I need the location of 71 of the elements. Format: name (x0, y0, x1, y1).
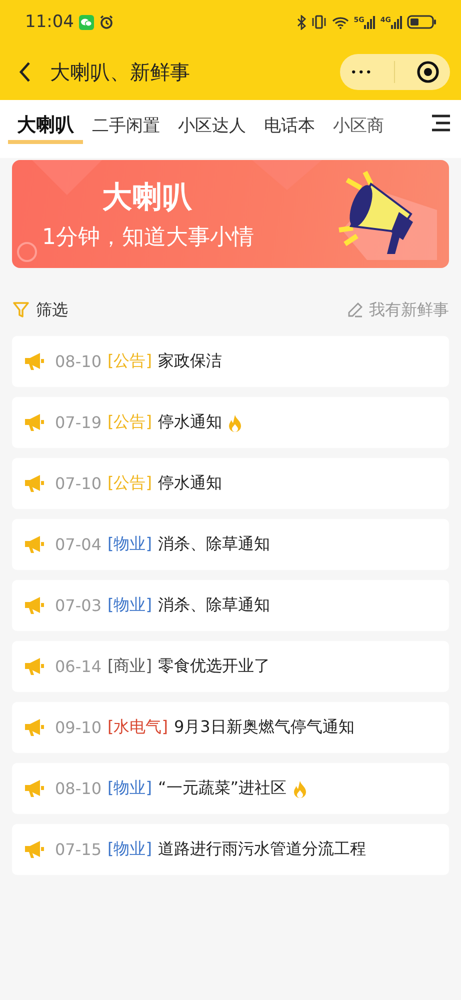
status-time: 11:04 (25, 12, 74, 32)
post-date: 08-10 (55, 779, 102, 798)
post-card[interactable]: 06-14 [商业] 零食优选开业了 (12, 641, 449, 692)
post-title: 停水通知 (158, 473, 222, 494)
megaphone-icon (23, 474, 45, 494)
post-title: 零食优选开业了 (158, 656, 270, 677)
post-title: 消杀、除草通知 (158, 595, 270, 616)
post-card[interactable]: 07-04 [物业] 消杀、除草通知 (12, 519, 449, 570)
close-target-icon[interactable] (416, 60, 440, 84)
post-tag: [物业] (108, 839, 152, 860)
megaphone-icon (23, 656, 45, 676)
post-tag: [物业] (108, 778, 152, 799)
post-tag: [公告] (108, 412, 152, 433)
post-tag: [公告] (108, 351, 152, 372)
post-date: 07-04 (55, 535, 102, 554)
post-card[interactable]: 07-03 [物业] 消杀、除草通知 (12, 580, 449, 631)
post-card[interactable]: 09-10 [水电气] 9月3日新奥燃气停气通知 (12, 702, 449, 753)
tab[interactable]: 电话本 (255, 100, 324, 144)
post-date: 09-10 (55, 718, 102, 737)
tab[interactable]: 二手闲置 (83, 100, 169, 144)
tab[interactable]: 小区商 (324, 100, 393, 144)
megaphone-icon (23, 778, 45, 798)
signal-icon (391, 16, 402, 28)
megaphone-icon (23, 596, 45, 616)
post-tag: [商业] (108, 656, 152, 677)
pencil-icon (347, 302, 363, 318)
vibrate-icon (310, 15, 327, 29)
back-icon[interactable] (18, 61, 32, 83)
wifi-icon (332, 16, 349, 28)
post-title: 道路进行雨污水管道分流工程 (158, 839, 366, 860)
tab[interactable]: 大喇叭 (8, 100, 83, 144)
post-tag: [水电气] (108, 717, 168, 738)
banner-title: 大喇叭 (101, 178, 193, 216)
filter-button[interactable]: 筛选 (12, 300, 68, 320)
tab[interactable]: 小区达人 (169, 100, 255, 144)
banner-subtitle: 1分钟，知道大事小情 (42, 224, 255, 252)
signal-icon (364, 16, 376, 28)
post-date: 07-03 (55, 596, 102, 615)
post-card[interactable]: 08-10 [公告] 家政保洁 (12, 336, 449, 387)
post-title: 消杀、除草通知 (158, 534, 270, 555)
post-card[interactable]: 07-10 [公告] 停水通知 (12, 458, 449, 509)
bluetooth-icon (296, 14, 306, 30)
battery-icon (407, 15, 437, 29)
post-tag: [物业] (108, 534, 152, 555)
post-tag: [物业] (108, 595, 152, 616)
megaphone-icon (23, 534, 45, 554)
megaphone-icon (23, 352, 45, 372)
post-card[interactable]: 07-15 [物业] 道路进行雨污水管道分流工程 (12, 824, 449, 875)
post-title: 家政保洁 (158, 351, 222, 372)
post-date: 08-10 (55, 352, 102, 371)
post-card[interactable]: 07-19 [公告] 停水通知 (12, 397, 449, 448)
post-date: 07-15 (55, 840, 102, 859)
megaphone-icon (23, 840, 45, 860)
post-title: 9月3日新奥燃气停气通知 (174, 717, 354, 738)
menu-icon[interactable] (431, 114, 451, 132)
filter-icon (12, 301, 30, 319)
post-title: “一元蔬菜”进社区 (158, 778, 287, 799)
filter-label: 筛选 (36, 300, 68, 320)
page-title: 大喇叭、新鲜事 (50, 58, 191, 86)
chat-app-icon (79, 14, 94, 30)
post-title: 停水通知 (158, 412, 222, 433)
post-tag: [公告] (108, 473, 152, 494)
megaphone-icon (23, 412, 45, 432)
post-date: 06-14 (55, 657, 102, 676)
post-date: 07-10 (55, 474, 102, 493)
more-button[interactable]: ••• (350, 66, 373, 78)
megaphone-icon (23, 718, 45, 738)
post-date: 07-19 (55, 413, 102, 432)
post-label: 我有新鲜事 (369, 300, 449, 320)
alarm-icon (99, 14, 114, 30)
post-card[interactable]: 08-10 [物业] “一元蔬菜”进社区 (12, 763, 449, 814)
